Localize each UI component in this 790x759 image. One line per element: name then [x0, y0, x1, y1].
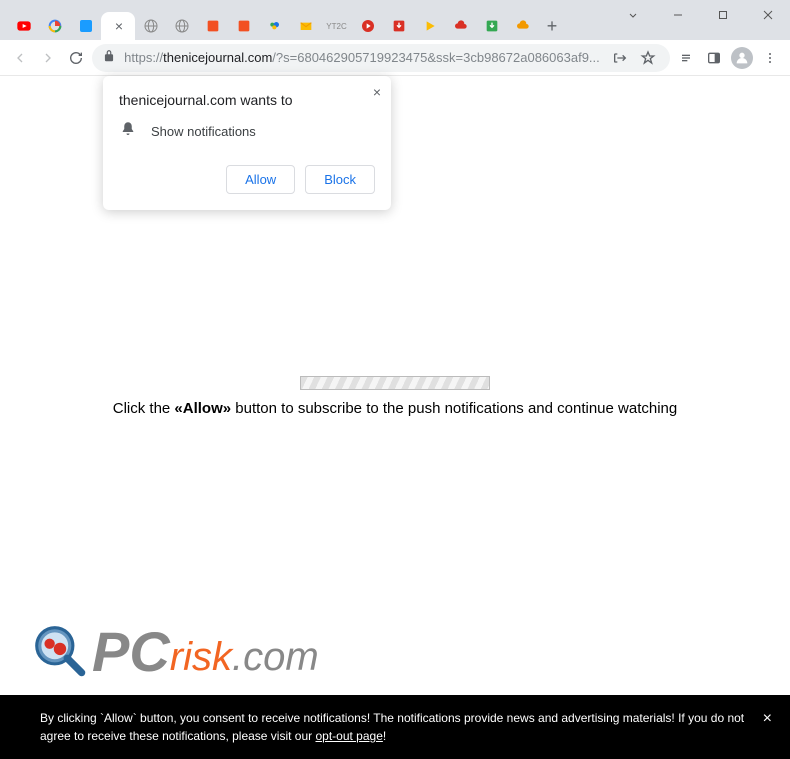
globe-icon [174, 18, 190, 34]
tab-close-icon[interactable]: × [115, 18, 123, 34]
window-close[interactable] [745, 0, 790, 30]
tab-google[interactable] [39, 12, 70, 40]
url-text: https://thenicejournal.com/?s=6804629057… [124, 50, 600, 65]
watermark-logo: PCrisk.com [30, 619, 319, 684]
forward-button [36, 44, 60, 72]
tab-mail[interactable] [290, 12, 321, 40]
tab-down-green[interactable] [476, 12, 507, 40]
menu-button[interactable] [758, 44, 782, 72]
tab-globe2[interactable] [166, 12, 197, 40]
app-icon [205, 18, 221, 34]
magnifier-icon [30, 621, 92, 683]
youtube-icon [16, 18, 32, 34]
mail-icon [298, 18, 314, 34]
lock-icon [102, 49, 116, 66]
download-icon [391, 18, 407, 34]
prompt-title: thenicejournal.com wants to [119, 92, 375, 108]
download-icon [484, 18, 500, 34]
prompt-text: Show notifications [151, 124, 256, 139]
tab-play-yellow[interactable] [414, 12, 445, 40]
consent-text-end: ! [383, 729, 386, 743]
tab-youtube[interactable] [8, 12, 39, 40]
consent-bar: × By clicking `Allow` button, you consen… [0, 695, 790, 759]
instruction-text: Click the «Allow» button to subscribe to… [0, 400, 790, 417]
tab-orange2[interactable] [228, 12, 259, 40]
logo-risk: risk [170, 635, 232, 680]
window-controls [610, 0, 790, 30]
allow-button[interactable]: Allow [226, 165, 295, 194]
reading-list-button[interactable] [674, 44, 698, 72]
avatar-icon [731, 47, 753, 69]
tab-app-blue[interactable] [70, 12, 101, 40]
tab-orange1[interactable] [197, 12, 228, 40]
page-content: × thenicejournal.com wants to Show notif… [0, 76, 790, 759]
tab-cloud[interactable] [259, 12, 290, 40]
play-icon [360, 18, 376, 34]
tab-yt2c[interactable]: YT2C [321, 12, 352, 40]
logo-dotcom: .com [232, 635, 319, 680]
tab-play-red[interactable] [352, 12, 383, 40]
profile-button[interactable] [730, 44, 754, 72]
window-maximize[interactable] [700, 0, 745, 30]
cloud-icon [453, 18, 469, 34]
new-tab-button[interactable]: + [538, 12, 566, 40]
tab-cloud-red[interactable] [445, 12, 476, 40]
window-minimize[interactable] [655, 0, 700, 30]
back-button[interactable] [8, 44, 32, 72]
opt-out-link[interactable]: opt-out page [315, 729, 382, 743]
block-button[interactable]: Block [305, 165, 375, 194]
play-icon [422, 18, 438, 34]
cloud-icon [267, 18, 283, 34]
cloud-icon [515, 18, 531, 34]
google-icon [47, 18, 63, 34]
loader-bar [300, 376, 490, 390]
side-panel-button[interactable] [702, 44, 726, 72]
tab-globe[interactable] [135, 12, 166, 40]
tab-active[interactable]: × [101, 12, 135, 40]
tab-strip: × YT2C + [8, 0, 566, 40]
logo-pc: PC [92, 619, 170, 684]
consent-text: By clicking `Allow` button, you consent … [40, 711, 744, 743]
notification-permission-prompt: × thenicejournal.com wants to Show notif… [103, 76, 391, 210]
address-bar[interactable]: https://thenicejournal.com/?s=6804629057… [92, 44, 670, 72]
consent-close-button[interactable]: × [763, 707, 772, 731]
prompt-close-button[interactable]: × [373, 84, 381, 100]
globe-icon [143, 18, 159, 34]
browser-toolbar: https://thenicejournal.com/?s=6804629057… [0, 40, 790, 76]
app-icon [236, 18, 252, 34]
page-main: Click the «Allow» button to subscribe to… [0, 376, 790, 417]
text-icon: YT2C [326, 22, 346, 31]
reload-button[interactable] [64, 44, 88, 72]
share-icon[interactable] [612, 50, 628, 66]
window-dropdown[interactable] [610, 0, 655, 30]
star-icon[interactable] [640, 50, 656, 66]
app-icon [78, 18, 94, 34]
tab-cloud-orange[interactable] [507, 12, 538, 40]
bell-icon [119, 120, 137, 143]
titlebar: × YT2C + [0, 0, 790, 40]
tab-down-red[interactable] [383, 12, 414, 40]
